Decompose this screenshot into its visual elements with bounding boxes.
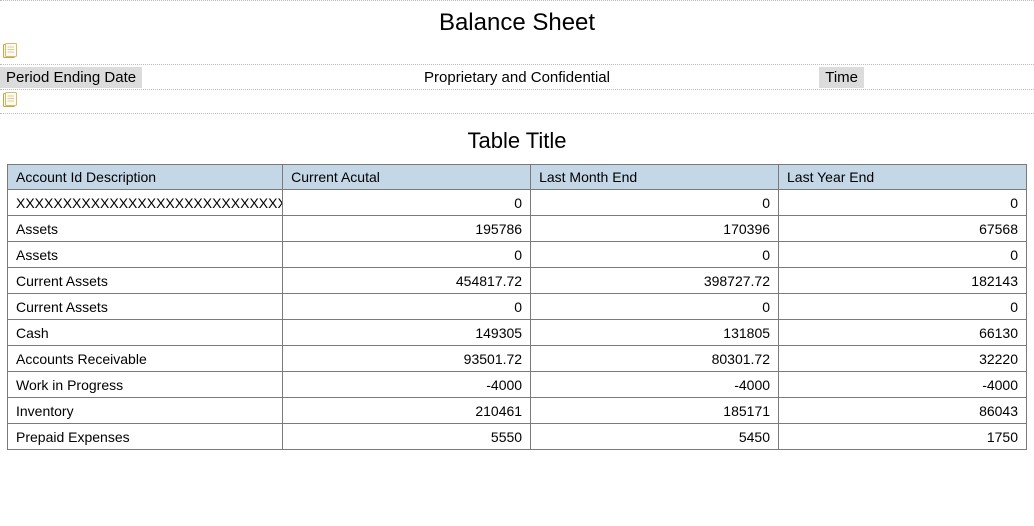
cell-last-year: -4000 — [779, 372, 1027, 398]
note-icon[interactable] — [2, 43, 18, 59]
table-row: Prepaid Expenses555054501750 — [8, 424, 1027, 450]
col-header-last-month-end: Last Month End — [531, 165, 779, 190]
period-ending-date-label: Period Ending Date — [0, 67, 142, 88]
cell-last-month: 0 — [531, 190, 779, 216]
table-row: Current Assets454817.72398727.72182143 — [8, 268, 1027, 294]
cell-last-year: 67568 — [779, 216, 1027, 242]
cell-current: 454817.72 — [283, 268, 531, 294]
col-header-account-description: Account Id Description — [8, 165, 283, 190]
note-icon[interactable] — [2, 92, 18, 108]
cell-last-month: 185171 — [531, 398, 779, 424]
cell-description: Prepaid Expenses — [8, 424, 283, 450]
cell-current: 0 — [283, 294, 531, 320]
cell-description: Assets — [8, 242, 283, 268]
cell-last-month: 0 — [531, 294, 779, 320]
cell-description: Assets — [8, 216, 283, 242]
cell-current: 195786 — [283, 216, 531, 242]
cell-description: Current Assets — [8, 294, 283, 320]
cell-last-month: 5450 — [531, 424, 779, 450]
table-row: Current Assets000 — [8, 294, 1027, 320]
cell-last-year: 182143 — [779, 268, 1027, 294]
table-row: XXXXXXXXXXXXXXXXXXXXXXXXXXXXXX000 — [8, 190, 1027, 216]
table-row: Accounts Receivable93501.7280301.7232220 — [8, 346, 1027, 372]
cell-description: Cash — [8, 320, 283, 346]
cell-last-month: 131805 — [531, 320, 779, 346]
cell-last-year: 1750 — [779, 424, 1027, 450]
cell-current: 5550 — [283, 424, 531, 450]
cell-last-year: 32220 — [779, 346, 1027, 372]
cell-last-year: 0 — [779, 190, 1027, 216]
cell-last-year: 0 — [779, 242, 1027, 268]
cell-last-month: 0 — [531, 242, 779, 268]
report-title: Balance Sheet — [0, 9, 1034, 37]
cell-description: Accounts Receivable — [8, 346, 283, 372]
cell-last-month: 170396 — [531, 216, 779, 242]
col-header-last-year-end: Last Year End — [779, 165, 1027, 190]
cell-description: Current Assets — [8, 268, 283, 294]
cell-description: XXXXXXXXXXXXXXXXXXXXXXXXXXXXXX — [8, 190, 283, 216]
cell-last-month: 398727.72 — [531, 268, 779, 294]
cell-last-month: -4000 — [531, 372, 779, 398]
col-header-current-actual: Current Acutal — [283, 165, 531, 190]
cell-last-year: 0 — [779, 294, 1027, 320]
cell-current: 0 — [283, 242, 531, 268]
cell-description: Inventory — [8, 398, 283, 424]
cell-current: 93501.72 — [283, 346, 531, 372]
cell-current: 149305 — [283, 320, 531, 346]
table-row: Assets000 — [8, 242, 1027, 268]
cell-current: -4000 — [283, 372, 531, 398]
meta-row: Period Ending Date Proprietary and Confi… — [0, 64, 1034, 90]
cell-current: 210461 — [283, 398, 531, 424]
cell-last-month: 80301.72 — [531, 346, 779, 372]
cell-last-year: 86043 — [779, 398, 1027, 424]
table-row: Inventory21046118517186043 — [8, 398, 1027, 424]
cell-last-year: 66130 — [779, 320, 1027, 346]
cell-current: 0 — [283, 190, 531, 216]
time-label: Time — [819, 67, 864, 88]
table-row: Cash14930513180566130 — [8, 320, 1027, 346]
table-row: Work in Progress-4000-4000-4000 — [8, 372, 1027, 398]
confidential-label: Proprietary and Confidential — [0, 69, 1034, 86]
table-row: Assets19578617039667568 — [8, 216, 1027, 242]
balance-sheet-table: Account Id Description Current Acutal La… — [7, 164, 1027, 450]
cell-description: Work in Progress — [8, 372, 283, 398]
table-title: Table Title — [0, 128, 1034, 154]
